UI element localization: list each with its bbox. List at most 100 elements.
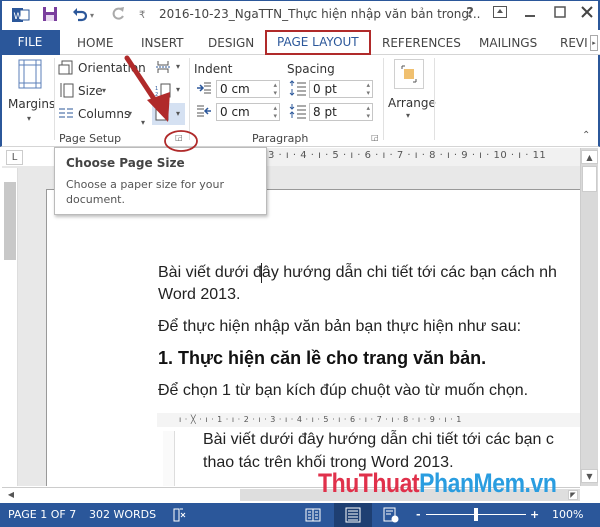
margins-icon: [18, 59, 42, 89]
hyphenation-dropdown-icon: ▾: [176, 109, 181, 118]
print-layout-icon: [345, 507, 361, 523]
indent-left-input[interactable]: 0 cm ▴ ▾: [216, 80, 280, 98]
line-numbers-button[interactable]: 12 ▾: [155, 82, 185, 100]
minimize-icon[interactable]: [520, 6, 540, 22]
collapse-ribbon-icon[interactable]: ⌃: [582, 130, 590, 141]
embedded-line-1: Bài viết dưới đây hướng dẫn chi tiết tới…: [203, 431, 554, 448]
spacing-before-spinner-icon[interactable]: ▴ ▾: [366, 81, 370, 97]
zoom-slider-thumb[interactable]: [474, 508, 478, 521]
proofing-errors-icon[interactable]: [172, 507, 188, 526]
spacing-after-input[interactable]: 8 pt ▴ ▾: [309, 103, 373, 121]
watermark: ThuThuatPhanMem.vn: [318, 468, 557, 499]
close-icon[interactable]: [577, 6, 597, 22]
word-count[interactable]: 302 WORDS: [89, 508, 156, 521]
title-bar: W ▾ ₹ 2016-10-23_NgaTTN_Thực hiện nhập v…: [0, 0, 600, 30]
scroll-left-icon[interactable]: ◀: [4, 488, 18, 502]
doc-heading[interactable]: 1. Thực hiện căn lề cho trang văn bản.: [158, 348, 486, 369]
resize-grip-icon[interactable]: ◤: [568, 490, 578, 500]
arrange-dropdown-icon: ▾: [406, 111, 411, 120]
undo-icon[interactable]: [72, 6, 88, 26]
size-button[interactable]: Size ▾: [58, 82, 118, 100]
print-layout-button[interactable]: [334, 503, 372, 527]
page-setup-dialog-launcher-icon[interactable]: ◲: [175, 133, 183, 142]
tooltip-title: Choose Page Size: [66, 156, 185, 170]
zoom-out-button[interactable]: -: [416, 508, 421, 521]
watermark-part-1: ThuThuat: [318, 468, 420, 498]
page-count[interactable]: PAGE 1 OF 7: [8, 508, 76, 521]
ribbon-display-options-icon[interactable]: [490, 6, 510, 22]
orientation-dropdown-icon[interactable]: ▾: [141, 118, 145, 127]
tab-page-layout[interactable]: PAGE LAYOUT: [265, 30, 371, 55]
undo-dropdown-icon[interactable]: ▾: [90, 6, 94, 26]
svg-text:W: W: [14, 12, 23, 22]
size-dropdown-icon: ▾: [102, 86, 107, 95]
indent-label: Indent: [194, 62, 233, 76]
size-icon: [60, 83, 74, 98]
zoom-in-button[interactable]: +: [530, 508, 539, 521]
tab-review[interactable]: REVI: [560, 33, 588, 55]
indent-right-value: 0 cm: [220, 105, 250, 119]
tab-mailings[interactable]: MAILINGS: [479, 33, 537, 55]
read-mode-icon[interactable]: [305, 507, 321, 526]
tab-design[interactable]: DESIGN: [208, 33, 254, 55]
paragraph-dialog-launcher-icon[interactable]: ◲: [371, 133, 379, 142]
spacing-before-input[interactable]: 0 pt ▴ ▾: [309, 80, 373, 98]
scroll-down-icon[interactable]: ▼: [581, 469, 598, 483]
ruler-ticks: 3 · ı · 4 · ı · 5 · ı · 6 · ı · 7 · ı · …: [268, 150, 547, 161]
indent-right-input[interactable]: 0 cm ▴ ▾: [216, 103, 280, 121]
arrange-button[interactable]: Arrange ▾: [386, 59, 436, 129]
arrange-label: Arrange: [388, 96, 436, 110]
zoom-level[interactable]: 100%: [552, 508, 583, 521]
spacing-after-icon: [289, 104, 306, 119]
tab-selector-button[interactable]: L: [6, 150, 23, 165]
spacing-after-value: 8 pt: [313, 105, 337, 119]
indent-left-icon: [197, 82, 211, 94]
tab-file[interactable]: FILE: [0, 30, 60, 55]
columns-icon: [59, 108, 73, 118]
embedded-ruler: ı · ╳ · ı · 1 · ı · 2 · ı · 3 · ı · 4 · …: [157, 413, 580, 427]
size-label: Size: [78, 84, 103, 98]
indent-left-spinner-icon[interactable]: ▴ ▾: [273, 81, 277, 97]
tabs-scroll-right-icon[interactable]: ▸: [590, 35, 598, 51]
web-layout-icon[interactable]: [383, 507, 399, 526]
customize-quick-access-icon[interactable]: ₹: [139, 6, 145, 26]
doc-paragraph-1[interactable]: Bài viết dưới đây hướng dẫn chi tiết tới…: [158, 264, 557, 282]
margins-dropdown-icon: ▾: [27, 114, 32, 123]
page-setup-group-label: Page Setup: [59, 132, 122, 145]
indent-right-icon: [197, 105, 211, 117]
embedded-vertical-ruler: [163, 431, 175, 486]
watermark-part-2: PhanMem: [419, 468, 525, 498]
doc-paragraph-2[interactable]: Để thực hiện nhập văn bản bạn thực hiện …: [158, 318, 521, 336]
spacing-before-value: 0 pt: [313, 82, 337, 96]
tab-home[interactable]: HOME: [77, 33, 113, 55]
orientation-button[interactable]: Orientation: [58, 59, 146, 77]
line-numbers-icon: 12: [155, 83, 171, 98]
word-logo-icon[interactable]: W: [12, 6, 30, 26]
vertical-scrollbar[interactable]: [580, 148, 598, 486]
spacing-label: Spacing: [287, 62, 335, 76]
breaks-button[interactable]: ▾: [155, 59, 185, 77]
line-numbers-dropdown-icon: ▾: [176, 85, 181, 94]
help-icon[interactable]: ?: [460, 6, 480, 21]
maximize-icon[interactable]: [550, 6, 570, 22]
columns-dropdown-icon: ▾: [128, 109, 133, 118]
doc-paragraph-1-cont[interactable]: Word 2013.: [158, 286, 240, 304]
indent-right-spinner-icon[interactable]: ▴ ▾: [273, 104, 277, 120]
scroll-up-icon[interactable]: ▲: [581, 150, 598, 164]
vertical-scroll-thumb[interactable]: [582, 166, 597, 192]
document-title: 2016-10-23_NgaTTN_Thực hiện nhập văn bản…: [159, 7, 481, 21]
ribbon: Margins ▾ Orientation ▾ Size ▾ Columns ▾…: [0, 55, 600, 147]
tab-insert[interactable]: INSERT: [141, 33, 184, 55]
orientation-icon: [58, 60, 73, 75]
tab-references[interactable]: REFERENCES: [382, 33, 461, 55]
columns-button[interactable]: Columns ▾: [58, 105, 138, 123]
spacing-after-spinner-icon[interactable]: ▴ ▾: [366, 104, 370, 120]
hyphenation-button[interactable]: ▾: [152, 103, 185, 125]
spacing-before-icon: [289, 80, 306, 96]
status-bar: PAGE 1 OF 7 302 WORDS - + 100%: [0, 503, 600, 527]
text-cursor: [261, 263, 262, 283]
save-icon[interactable]: [42, 6, 58, 26]
doc-paragraph-3[interactable]: Để chọn 1 từ bạn kích đúp chuột vào từ m…: [158, 382, 528, 400]
paragraph-group-label: Paragraph: [252, 132, 309, 145]
redo-icon[interactable]: [110, 6, 126, 26]
